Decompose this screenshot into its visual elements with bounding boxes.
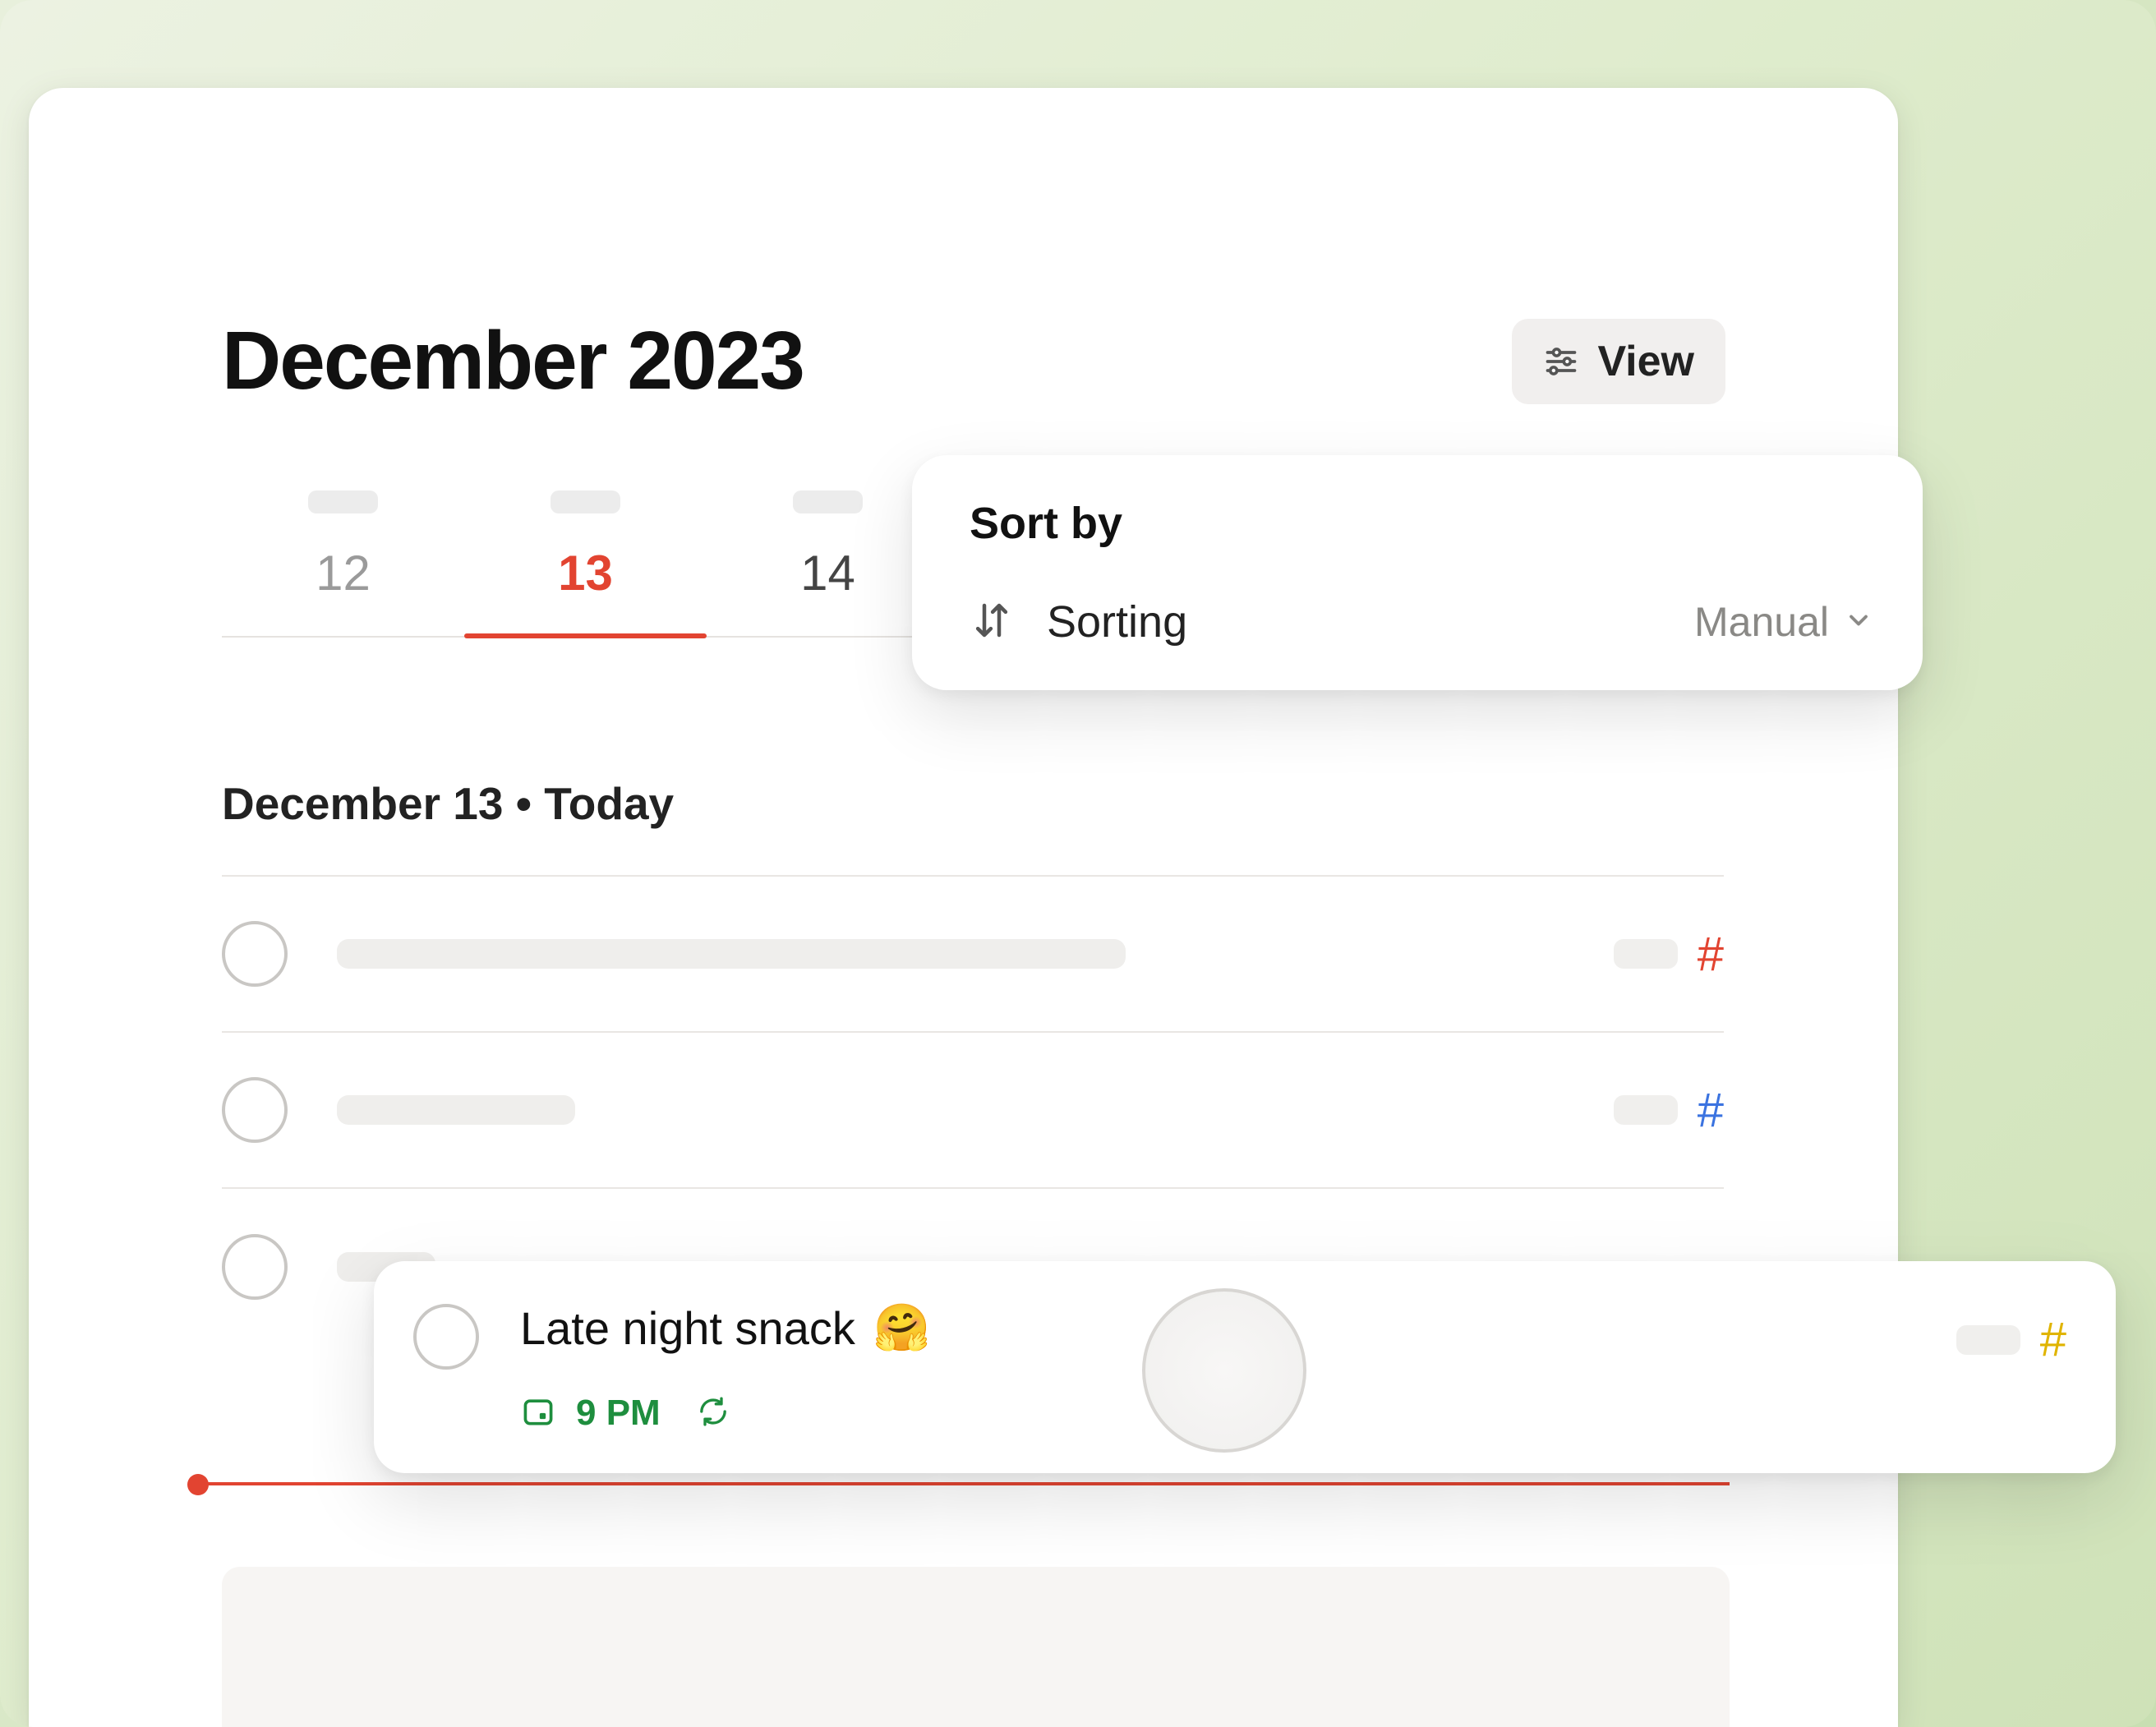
header: December 2023 View <box>29 88 1898 408</box>
current-time-indicator <box>197 1482 1730 1487</box>
task-checkbox[interactable] <box>413 1304 479 1370</box>
tag-label-placeholder <box>1614 1095 1678 1125</box>
task-tag[interactable]: # <box>1614 927 1724 982</box>
tag-label-placeholder <box>1956 1325 2020 1355</box>
hash-icon: # <box>1698 927 1724 982</box>
sort-value: Manual <box>1694 598 1829 646</box>
overdue-section-placeholder <box>222 1567 1730 1727</box>
hash-icon: # <box>1698 1083 1724 1138</box>
section-title: December 13 • Today <box>222 777 1898 830</box>
weekday-placeholder <box>551 490 620 513</box>
task-tag[interactable]: # <box>1956 1312 2066 1367</box>
task-checkbox[interactable] <box>222 1234 288 1300</box>
day-cell-12[interactable]: 12 <box>222 490 464 636</box>
sort-value-dropdown[interactable]: Manual <box>1694 598 1873 646</box>
sort-popover: Sort by Sorting Manual <box>912 455 1923 690</box>
sort-arrows-icon <box>970 598 1014 647</box>
weekday-placeholder <box>308 490 378 513</box>
day-number: 12 <box>316 545 371 601</box>
sliders-icon <box>1543 343 1579 380</box>
weekday-placeholder <box>793 490 863 513</box>
task-checkbox[interactable] <box>222 1077 288 1143</box>
task-due-time[interactable]: 9 PM <box>520 1393 661 1434</box>
now-line <box>197 1482 1730 1485</box>
sort-popover-title: Sort by <box>970 498 1873 549</box>
day-number: 14 <box>800 545 855 601</box>
chevron-down-icon <box>1844 606 1873 639</box>
hash-icon: # <box>2040 1312 2066 1367</box>
task-title-placeholder <box>337 939 1126 969</box>
task-row[interactable]: # <box>222 1033 1724 1189</box>
task-tag[interactable]: # <box>1614 1083 1724 1138</box>
page-title: December 2023 <box>222 314 804 408</box>
view-button[interactable]: View <box>1512 319 1725 404</box>
task-checkbox[interactable] <box>222 921 288 987</box>
sort-option-row[interactable]: Sorting Manual <box>970 596 1873 647</box>
task-row[interactable]: # <box>222 877 1724 1033</box>
calendar-icon <box>520 1393 556 1434</box>
stage-background: December 2023 View 12 13 <box>0 0 2156 1727</box>
task-title-text: Late night snack <box>520 1301 855 1355</box>
tag-label-placeholder <box>1614 939 1678 969</box>
task-emoji: 🤗 <box>873 1301 931 1355</box>
drag-cursor-indicator <box>1142 1288 1306 1453</box>
refresh-icon[interactable] <box>697 1395 730 1432</box>
sort-option-label: Sorting <box>1047 596 1187 647</box>
task-title-placeholder <box>337 1095 575 1125</box>
task-time-text: 9 PM <box>576 1393 661 1434</box>
app-window: December 2023 View 12 13 <box>29 88 1898 1727</box>
day-number: 13 <box>558 545 613 601</box>
view-button-label: View <box>1597 337 1694 386</box>
day-cell-13[interactable]: 13 <box>464 490 707 636</box>
